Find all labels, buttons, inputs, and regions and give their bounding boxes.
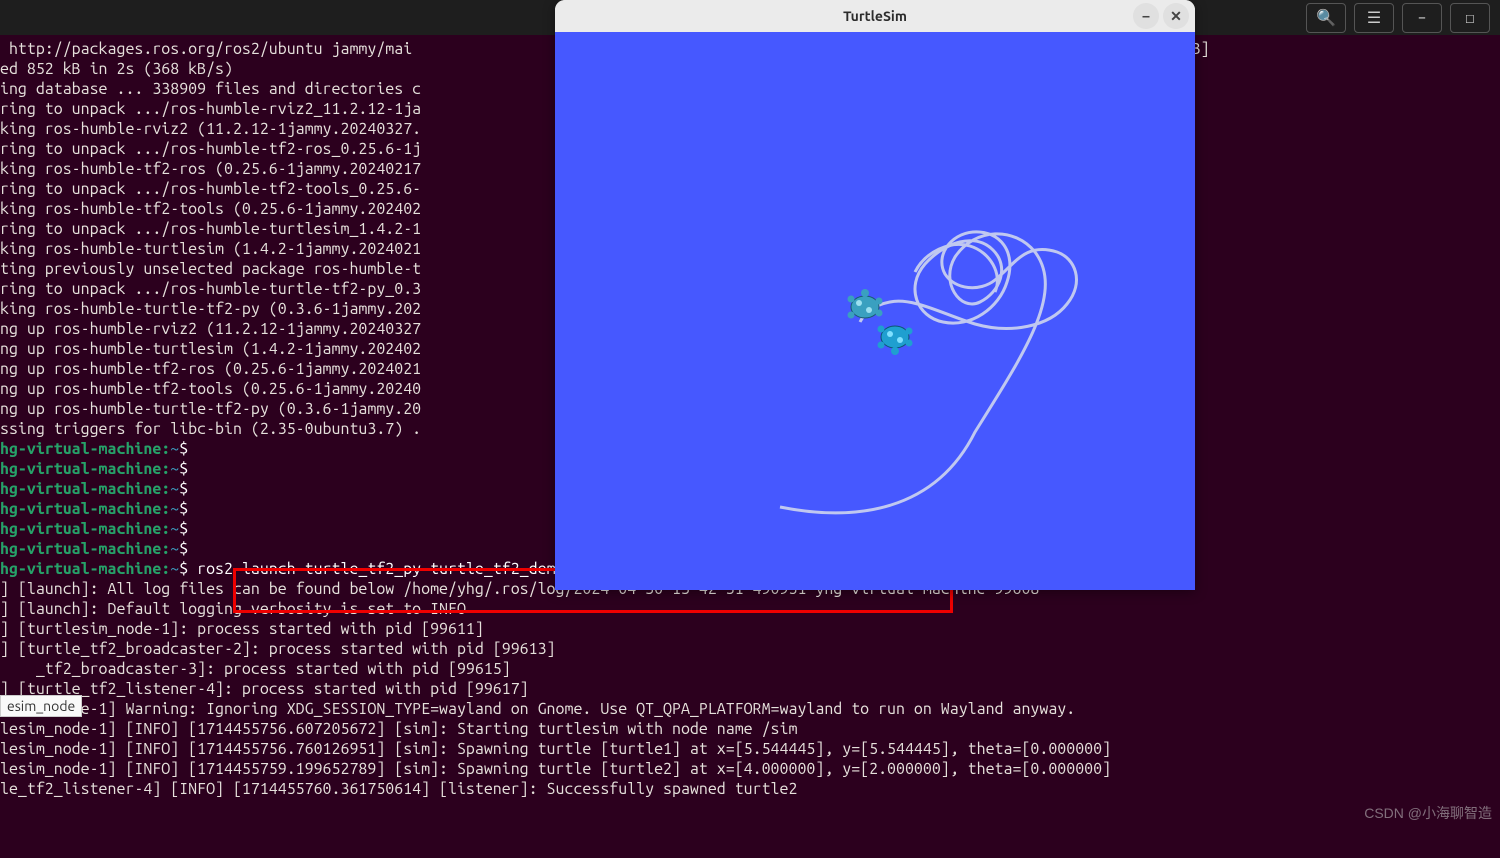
turtle2-sprite bbox=[878, 326, 913, 356]
browser-topbar: 🔍 ☰ – ☐ bbox=[1296, 0, 1500, 35]
minimize-icon: – bbox=[1418, 9, 1427, 27]
app-maximize-button[interactable]: ☐ bbox=[1450, 3, 1490, 33]
turtlesim-canvas[interactable] bbox=[555, 32, 1195, 590]
window-minimize-button[interactable]: – bbox=[1133, 3, 1159, 29]
search-button[interactable]: 🔍 bbox=[1306, 3, 1346, 33]
window-close-button[interactable]: ✕ bbox=[1163, 3, 1189, 29]
turtlesim-titlebar[interactable]: TurtleSim – ✕ bbox=[555, 0, 1195, 32]
search-icon: 🔍 bbox=[1316, 8, 1336, 27]
turtlesim-title: TurtleSim bbox=[843, 8, 907, 24]
maximize-icon: ☐ bbox=[1465, 8, 1475, 27]
minimize-icon: – bbox=[1143, 8, 1150, 24]
turtle1-sprite bbox=[848, 289, 883, 319]
hover-tooltip: esim_node bbox=[0, 695, 82, 717]
turtlesim-window[interactable]: TurtleSim – ✕ bbox=[555, 0, 1195, 590]
menu-button[interactable]: ☰ bbox=[1354, 3, 1394, 33]
turtle-trail bbox=[555, 32, 1195, 590]
menu-icon: ☰ bbox=[1367, 8, 1381, 27]
turtle-path bbox=[780, 232, 1076, 513]
app-minimize-button[interactable]: – bbox=[1402, 3, 1442, 33]
watermark-text: CSDN @小海聊智造 bbox=[1364, 803, 1492, 823]
close-icon: ✕ bbox=[1170, 8, 1182, 25]
